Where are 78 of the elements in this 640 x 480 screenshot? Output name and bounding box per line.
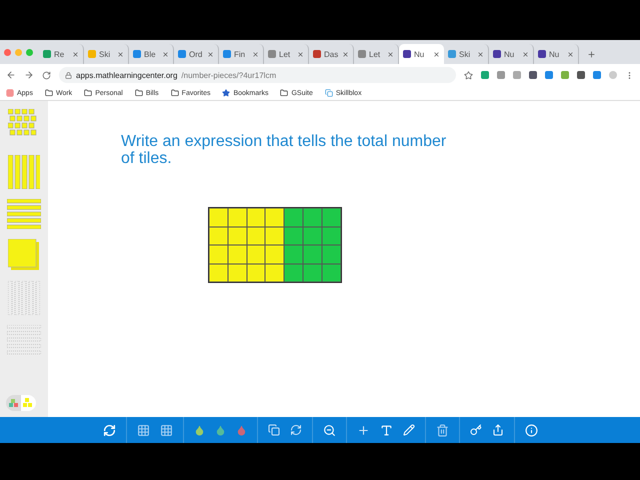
tile[interactable] bbox=[209, 226, 228, 245]
tile[interactable] bbox=[284, 226, 303, 245]
address-field[interactable]: apps.mathlearningcenter.org /number-pieces/?4ur17lcm bbox=[59, 67, 456, 83]
folder-icon bbox=[44, 89, 53, 97]
star-icon bbox=[222, 89, 230, 97]
folder-icon bbox=[280, 89, 288, 97]
folder-icon bbox=[170, 89, 179, 97]
close-window-icon[interactable] bbox=[4, 48, 11, 56]
text-icon[interactable] bbox=[380, 424, 392, 436]
apps-grid-icon bbox=[6, 89, 14, 97]
tile[interactable] bbox=[246, 245, 266, 264]
folder-icon bbox=[134, 89, 143, 97]
tab-favicon-icon bbox=[448, 50, 456, 58]
tab-favicon-icon bbox=[358, 50, 366, 58]
tab-favicon-icon bbox=[313, 50, 321, 58]
refresh-icon[interactable] bbox=[102, 424, 116, 436]
tile[interactable] bbox=[228, 245, 247, 264]
tab-favicon-icon bbox=[223, 50, 231, 58]
tab-favicon-icon bbox=[268, 50, 276, 58]
squares-icon bbox=[324, 89, 333, 97]
lock-icon bbox=[65, 72, 72, 78]
tile[interactable] bbox=[284, 245, 303, 264]
tile[interactable] bbox=[209, 245, 228, 264]
close-icon[interactable] bbox=[567, 50, 574, 58]
close-icon[interactable] bbox=[342, 50, 349, 58]
duplicate-icon[interactable] bbox=[268, 424, 280, 436]
tile[interactable] bbox=[265, 226, 284, 245]
tile[interactable] bbox=[284, 208, 303, 226]
browser-tab[interactable]: Nu bbox=[399, 44, 444, 64]
grid-icon[interactable] bbox=[160, 424, 172, 436]
rotate-icon[interactable] bbox=[290, 424, 302, 436]
tab-favicon-icon bbox=[538, 50, 546, 58]
tile[interactable] bbox=[246, 208, 266, 226]
close-icon[interactable] bbox=[477, 50, 484, 58]
close-icon[interactable] bbox=[387, 50, 394, 58]
close-icon[interactable] bbox=[252, 50, 259, 58]
multicolor-mode-button[interactable] bbox=[6, 395, 21, 411]
tile[interactable] bbox=[302, 245, 322, 264]
close-icon[interactable] bbox=[433, 50, 440, 58]
tile[interactable] bbox=[209, 264, 228, 282]
tab-favicon-icon bbox=[493, 50, 501, 58]
tile[interactable] bbox=[302, 208, 322, 226]
back-icon[interactable] bbox=[6, 70, 16, 80]
tile[interactable] bbox=[265, 245, 284, 264]
reload-icon[interactable] bbox=[42, 70, 51, 80]
star-icon[interactable] bbox=[464, 70, 473, 80]
tile[interactable] bbox=[322, 208, 341, 226]
grid-icon[interactable] bbox=[136, 424, 150, 436]
close-icon[interactable] bbox=[207, 50, 214, 58]
close-icon[interactable] bbox=[297, 50, 304, 58]
close-icon[interactable] bbox=[162, 50, 169, 58]
pencil-icon[interactable] bbox=[402, 424, 414, 436]
new-tab-icon[interactable] bbox=[587, 50, 596, 59]
close-icon[interactable] bbox=[117, 50, 124, 58]
folder-icon bbox=[84, 89, 92, 97]
info-icon[interactable] bbox=[524, 424, 538, 436]
tile-array[interactable] bbox=[208, 207, 342, 283]
single-color-mode-button[interactable] bbox=[21, 395, 36, 411]
zoom-out-icon[interactable] bbox=[322, 424, 336, 436]
tile[interactable] bbox=[265, 264, 284, 282]
tile[interactable] bbox=[209, 208, 228, 226]
key-icon[interactable] bbox=[470, 424, 482, 436]
close-icon[interactable] bbox=[72, 50, 79, 58]
tile[interactable] bbox=[265, 208, 284, 226]
tab-favicon-icon bbox=[178, 50, 186, 58]
share-icon[interactable] bbox=[492, 424, 504, 436]
tile[interactable] bbox=[284, 264, 303, 282]
tab-favicon-icon bbox=[88, 50, 96, 58]
question-text: Write an expression that tells the total number of tiles. bbox=[121, 133, 448, 167]
tab-favicon-icon bbox=[133, 50, 141, 58]
tile[interactable] bbox=[228, 208, 247, 226]
forward-icon[interactable] bbox=[24, 70, 34, 80]
trash-icon[interactable] bbox=[436, 424, 448, 436]
tab-favicon-icon bbox=[403, 50, 411, 58]
tab-favicon-icon bbox=[43, 50, 51, 58]
tile[interactable] bbox=[322, 245, 341, 264]
drop-icon[interactable] bbox=[194, 424, 204, 436]
close-icon[interactable] bbox=[522, 50, 529, 58]
